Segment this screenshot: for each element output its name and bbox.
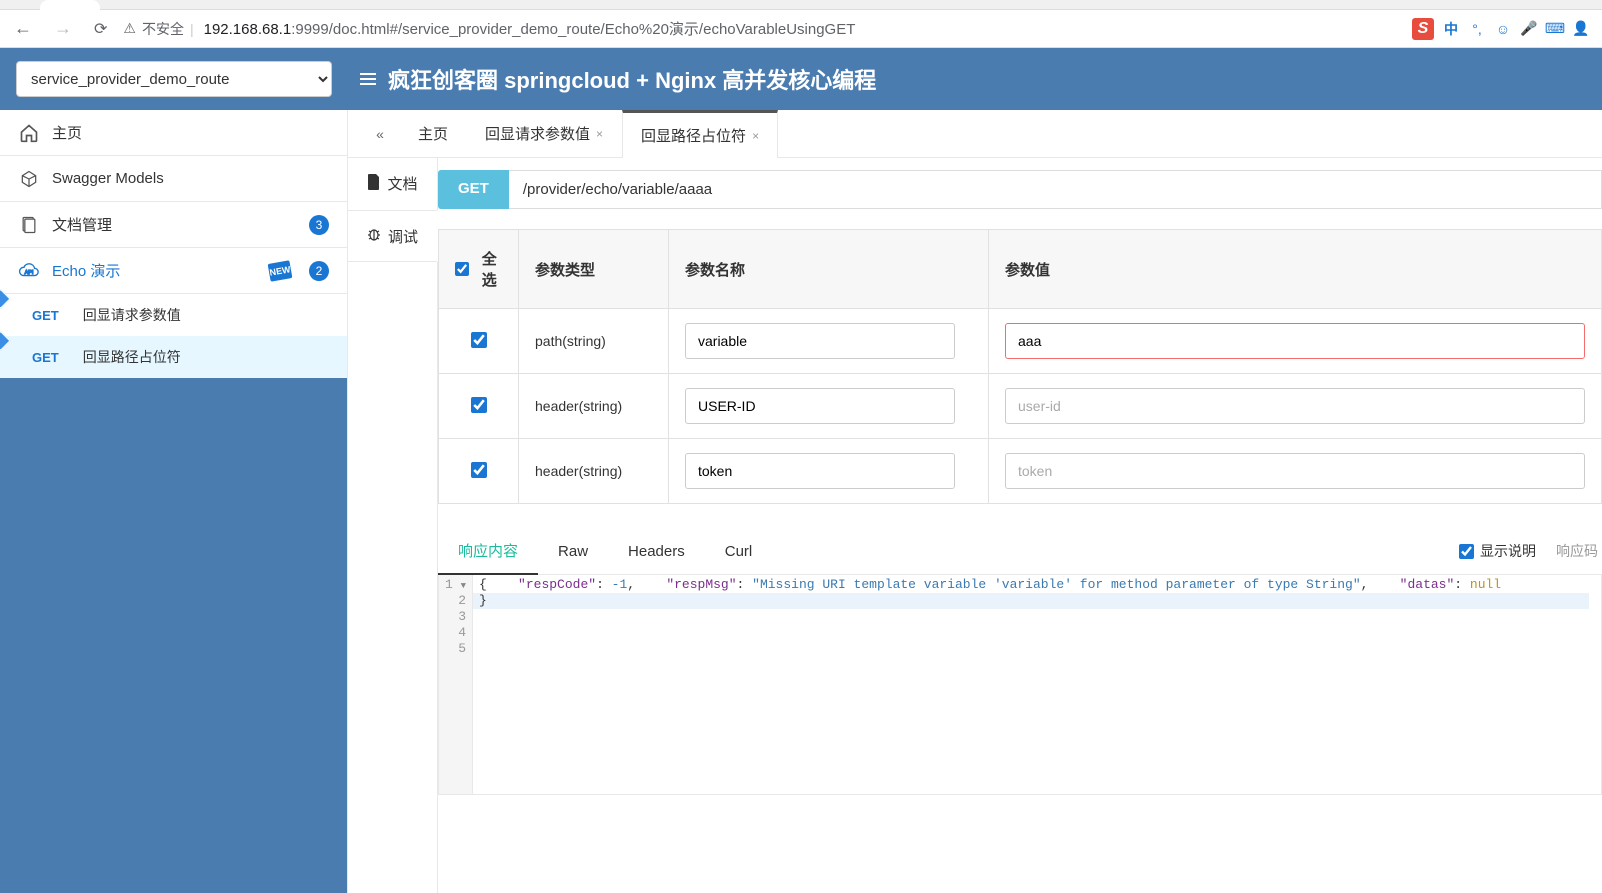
security-badge[interactable]: ⚠ 不安全 | xyxy=(123,19,193,39)
home-icon xyxy=(18,122,40,144)
api-row-echo-path[interactable]: GET 回显路径占位符 xyxy=(0,336,347,378)
param-row: header(string) xyxy=(439,439,1602,504)
new-badge: NEW xyxy=(268,260,293,282)
api-row-echo-params[interactable]: GET 回显请求参数值 xyxy=(0,294,347,336)
sidebar-swagger-label: Swagger Models xyxy=(52,170,329,187)
resp-tab-content[interactable]: 响应内容 xyxy=(438,528,538,575)
resp-code-label: 响应码 xyxy=(1556,541,1598,561)
keyboard-icon[interactable]: ⌨ xyxy=(1546,20,1564,38)
tab-label: 回显路径占位符 xyxy=(641,125,746,146)
browser-toolbar: S 中 °, ☺ 🎤 ⌨ 👤 xyxy=(1412,18,1594,40)
endpoint-path[interactable]: /provider/echo/variable/aaaa xyxy=(509,170,1602,209)
params-table: 全选 参数类型 参数名称 参数值 path(string)header(stri… xyxy=(438,229,1602,504)
col-param-type: 参数类型 xyxy=(519,230,669,309)
close-icon[interactable]: × xyxy=(752,129,759,143)
tab-home[interactable]: 主页 xyxy=(400,110,467,157)
param-type: header(string) xyxy=(519,374,669,439)
doc-mgmt-count-badge: 3 xyxy=(309,215,329,235)
doc-mgmt-icon xyxy=(18,214,40,236)
resp-tab-curl[interactable]: Curl xyxy=(705,531,773,572)
select-all-label: 全选 xyxy=(477,248,502,290)
tab-label: 回显请求参数值 xyxy=(485,123,590,144)
sidebar-item-echo-demo[interactable]: API Echo 演示 NEW 2 xyxy=(0,248,347,294)
sidebar-item-home[interactable]: 主页 xyxy=(0,110,347,156)
resp-tab-raw[interactable]: Raw xyxy=(538,531,608,572)
param-type: path(string) xyxy=(519,309,669,374)
resp-tab-headers[interactable]: Headers xyxy=(608,531,705,572)
tab-echo-path[interactable]: 回显路径占位符 × xyxy=(622,110,778,158)
sidebar-doc-mgmt-label: 文档管理 xyxy=(52,214,297,235)
mic-icon[interactable]: 🎤 xyxy=(1520,20,1538,38)
param-name-input[interactable] xyxy=(685,453,955,489)
api-method: GET xyxy=(32,350,59,365)
sidebar-home-label: 主页 xyxy=(52,122,329,143)
subtab-debug[interactable]: 调试 xyxy=(348,210,438,262)
sidebar-filler xyxy=(0,378,347,893)
cloud-icon: API xyxy=(18,260,40,282)
models-icon xyxy=(18,168,40,190)
lang-indicator[interactable]: 中 xyxy=(1442,20,1460,38)
svg-text:API: API xyxy=(25,269,34,275)
api-method: GET xyxy=(32,308,59,323)
show-desc-checkbox[interactable] xyxy=(1459,544,1474,559)
param-row-checkbox[interactable] xyxy=(471,462,487,478)
select-all-checkbox[interactable] xyxy=(455,261,469,277)
col-param-name: 参数名称 xyxy=(669,230,989,309)
bug-icon xyxy=(366,226,382,246)
col-param-value: 参数值 xyxy=(989,230,1602,309)
sidebar-item-swagger-models[interactable]: Swagger Models xyxy=(0,156,347,202)
api-name: 回显路径占位符 xyxy=(83,347,181,367)
api-name: 回显请求参数值 xyxy=(83,305,181,325)
security-label: 不安全 xyxy=(142,19,184,39)
param-name-input[interactable] xyxy=(685,323,955,359)
subtab-debug-label: 调试 xyxy=(388,226,418,247)
param-name-input[interactable] xyxy=(685,388,955,424)
emoji-icon[interactable]: ☺ xyxy=(1494,20,1512,38)
subtab-doc[interactable]: 文档 xyxy=(348,158,437,210)
close-icon[interactable]: × xyxy=(596,127,603,141)
sidebar-echo-label: Echo 演示 xyxy=(52,260,257,281)
response-body-editor[interactable]: 1 ▼2345 { "respCode": -1, "respMsg": "Mi… xyxy=(438,575,1602,795)
app-title: 疯狂创客圈 springcloud + Nginx 高并发核心编程 xyxy=(388,63,876,95)
reload-button[interactable]: ⟳ xyxy=(88,15,113,43)
menu-toggle-icon[interactable] xyxy=(360,73,376,85)
param-row: header(string) xyxy=(439,374,1602,439)
http-method-badge: GET xyxy=(438,170,509,209)
param-row: path(string) xyxy=(439,309,1602,374)
param-value-input[interactable] xyxy=(1005,453,1585,489)
sidebar-item-doc-mgmt[interactable]: 文档管理 3 xyxy=(0,202,347,248)
back-button[interactable]: ← xyxy=(8,14,38,43)
user-icon[interactable]: 👤 xyxy=(1572,20,1590,38)
service-route-select[interactable]: service_provider_demo_route xyxy=(16,61,332,97)
collapse-tabs-button[interactable]: « xyxy=(360,110,400,157)
subtab-doc-label: 文档 xyxy=(387,173,417,194)
show-desc-toggle[interactable]: 显示说明 xyxy=(1459,541,1536,561)
forward-button[interactable]: → xyxy=(48,14,78,43)
param-row-checkbox[interactable] xyxy=(471,397,487,413)
sogou-ime-icon[interactable]: S xyxy=(1412,18,1434,40)
doc-icon xyxy=(367,174,381,194)
param-type: header(string) xyxy=(519,439,669,504)
warning-icon: ⚠ xyxy=(123,20,136,37)
echo-count-badge: 2 xyxy=(309,261,329,281)
param-row-checkbox[interactable] xyxy=(471,332,487,348)
address-url[interactable]: 192.168.68.1:9999/doc.html#/service_prov… xyxy=(204,18,1402,39)
param-value-input[interactable] xyxy=(1005,323,1585,359)
tab-echo-params[interactable]: 回显请求参数值 × xyxy=(467,110,622,157)
punct-icon[interactable]: °, xyxy=(1468,20,1486,38)
tab-label: 主页 xyxy=(418,123,448,144)
param-value-input[interactable] xyxy=(1005,388,1585,424)
